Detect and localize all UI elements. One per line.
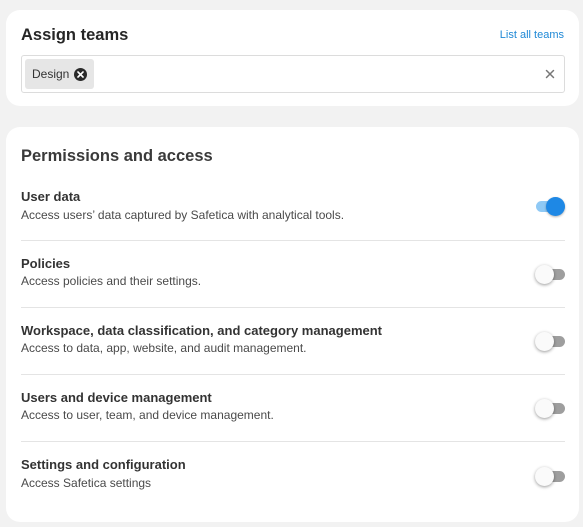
permissions-title: Permissions and access xyxy=(21,147,213,165)
permission-row-settings: Settings and configuration Access Safeti… xyxy=(21,441,565,508)
permission-description: Access to data, app, website, and audit … xyxy=(21,341,307,355)
permission-description: Access policies and their settings. xyxy=(21,274,202,288)
policies-toggle[interactable] xyxy=(535,264,565,284)
permission-row-workspace: Workspace, data classification, and cate… xyxy=(21,307,565,374)
permission-description: Access to user, team, and device managem… xyxy=(21,408,274,422)
permission-row-user-data: User data Access users’ data captured by… xyxy=(21,173,565,240)
permission-title: Settings and configuration xyxy=(21,457,186,472)
permission-title: Workspace, data classification, and cate… xyxy=(21,323,382,338)
permission-title: Policies xyxy=(21,256,71,271)
assign-teams-card: Assign teams List all teams Design xyxy=(6,10,579,106)
user-data-toggle[interactable] xyxy=(535,196,565,216)
permission-title: User data xyxy=(21,189,81,204)
permission-title: Users and device management xyxy=(21,390,212,405)
permission-description: Access Safetica settings xyxy=(21,476,152,490)
clear-selection-icon[interactable] xyxy=(544,67,556,79)
list-all-teams-link[interactable]: List all teams xyxy=(500,29,564,41)
teams-select-input[interactable]: Design xyxy=(21,55,565,93)
settings-toggle[interactable] xyxy=(535,466,565,486)
workspace-toggle[interactable] xyxy=(535,331,565,351)
users-devices-toggle[interactable] xyxy=(535,398,565,418)
permission-row-policies: Policies Access policies and their setti… xyxy=(21,240,565,307)
team-chip-label: Design xyxy=(32,67,70,81)
permission-row-users-devices: Users and device management Access to us… xyxy=(21,374,565,441)
team-chip-design: Design xyxy=(25,59,95,89)
permission-description: Access users’ data captured by Safetica … xyxy=(21,208,345,222)
permissions-card: Permissions and access User data Access … xyxy=(6,127,579,522)
remove-team-icon[interactable] xyxy=(74,67,88,81)
assign-teams-title: Assign teams xyxy=(21,26,129,44)
